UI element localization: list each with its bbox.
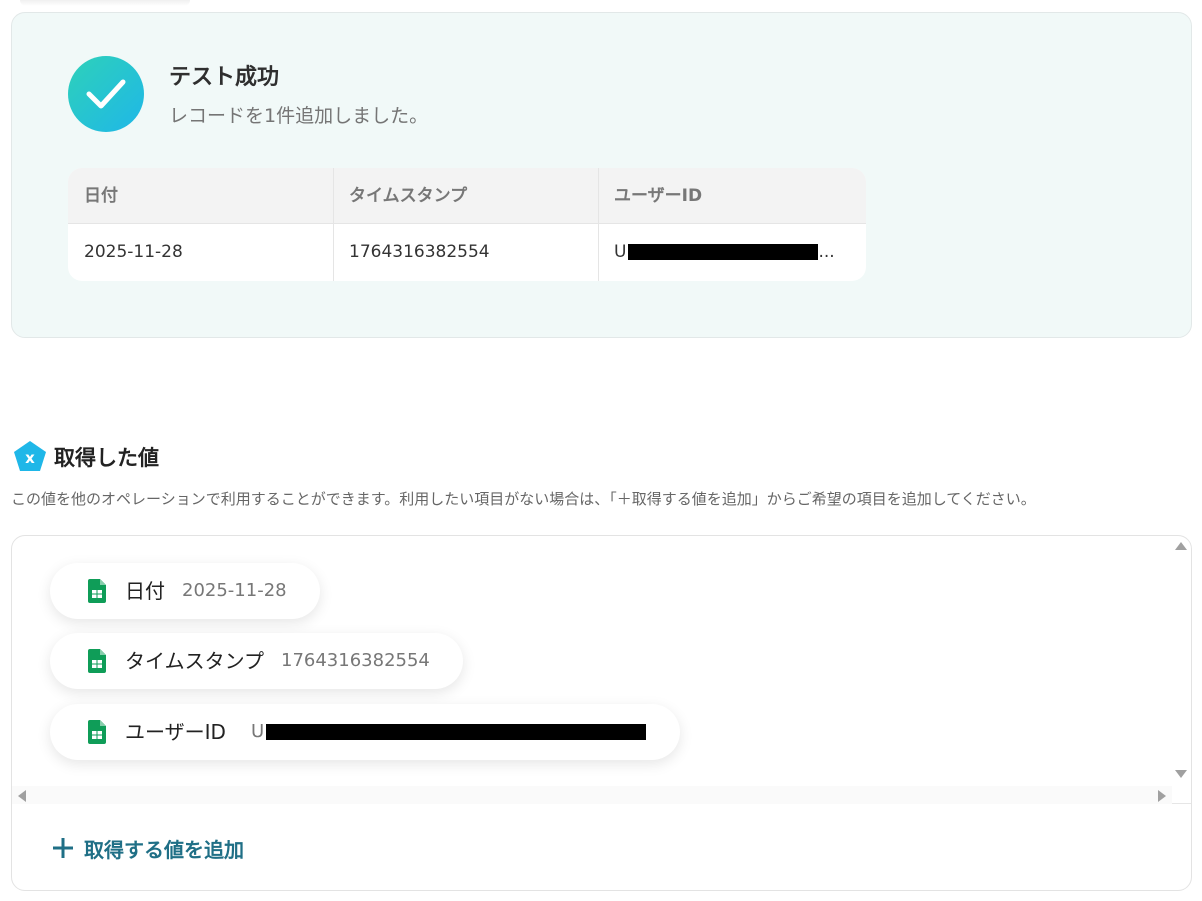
result-message: レコードを1件追加しました。 [169, 105, 429, 127]
cell-timestamp: 1764316382554 [349, 242, 490, 262]
previous-card-shadow [20, 0, 190, 6]
column-divider [333, 168, 334, 281]
acquired-values-panel: 日付 2025-11-28 タイムスタンプ 1764316382554 ユーザー… [11, 535, 1192, 891]
google-sheets-icon [88, 579, 106, 603]
horizontal-scrollbar[interactable] [12, 786, 1172, 804]
redaction-bar [266, 724, 647, 740]
truncation-ellipsis: ... [818, 242, 835, 262]
plus-icon [53, 838, 73, 858]
section-description: この値を他のオペレーションで利用することができます。利用したい項目がない場合は、… [11, 490, 1036, 508]
chip-value: 2025-11-28 [182, 580, 287, 601]
scroll-right-arrow-icon[interactable] [1158, 790, 1166, 802]
cell-user-id: U... [598, 224, 866, 280]
add-value-button[interactable]: 取得する値を追加 [52, 833, 244, 863]
column-header-date: 日付 [84, 186, 118, 206]
user-id-prefix: U [251, 721, 265, 742]
chip-name: ユーザーID [125, 720, 226, 744]
success-check-icon [68, 56, 144, 132]
column-header-user-id: ユーザーID [614, 186, 703, 206]
values-scroll-area[interactable]: 日付 2025-11-28 タイムスタンプ 1764316382554 ユーザー… [12, 536, 1191, 804]
chip-value: U [251, 704, 647, 760]
redaction-bar [628, 244, 819, 260]
google-sheets-icon [88, 649, 106, 673]
scroll-up-arrow-icon[interactable] [1175, 542, 1187, 550]
chip-value: 1764316382554 [281, 650, 430, 671]
records-table: 日付 タイムスタンプ ユーザーID 2025-11-28 17643163825… [68, 168, 866, 281]
value-chip-user-id[interactable]: ユーザーID U [50, 704, 680, 760]
chip-name: タイムスタンプ [125, 649, 264, 673]
scroll-down-arrow-icon[interactable] [1175, 770, 1187, 778]
cell-date: 2025-11-28 [84, 242, 183, 262]
test-result-card: テスト成功 レコードを1件追加しました。 日付 タイムスタンプ ユーザーID 2… [11, 12, 1192, 338]
value-chip-date[interactable]: 日付 2025-11-28 [50, 563, 320, 619]
user-id-prefix: U [614, 242, 627, 262]
column-divider [598, 168, 599, 281]
x-pentagon-icon: x [14, 441, 46, 471]
value-chip-timestamp[interactable]: タイムスタンプ 1764316382554 [50, 633, 463, 689]
add-value-label: 取得する値を追加 [84, 837, 244, 862]
column-header-timestamp: タイムスタンプ [349, 186, 468, 206]
google-sheets-icon [88, 720, 106, 744]
section-title: 取得した値 [54, 446, 159, 470]
result-title: テスト成功 [169, 65, 280, 90]
table-header-row: 日付 タイムスタンプ ユーザーID [68, 168, 866, 224]
chip-name: 日付 [125, 579, 165, 603]
svg-text:x: x [25, 449, 35, 467]
table-row: 2025-11-28 1764316382554 U... [68, 224, 866, 281]
scroll-left-arrow-icon[interactable] [18, 790, 26, 802]
